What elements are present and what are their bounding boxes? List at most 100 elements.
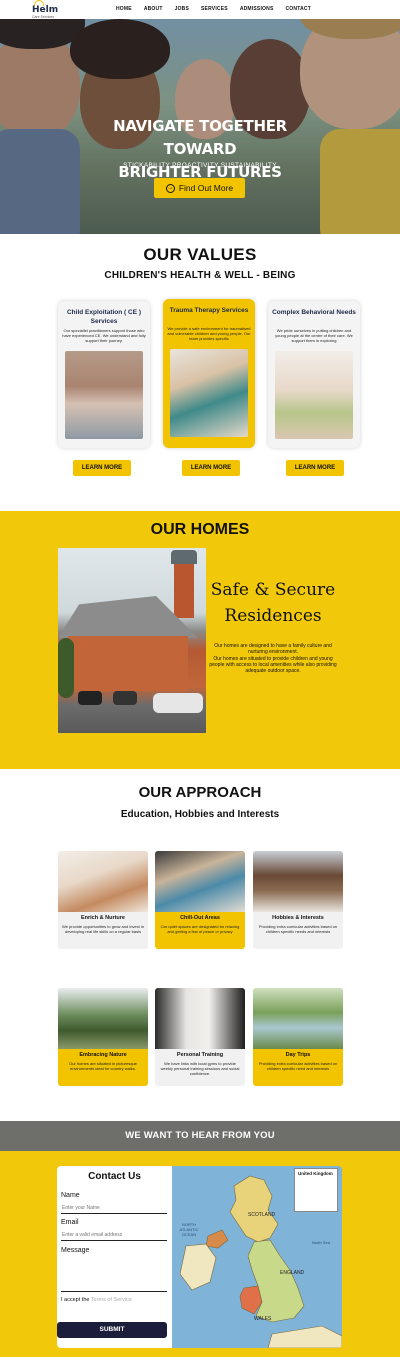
approach-card-desc: We have links with local gyms to provide… <box>160 1061 240 1076</box>
homes-paragraph-1: Our homes are designed to have a family … <box>214 643 332 655</box>
approach-card-nature: Embracing Nature Our homes are situated … <box>58 988 148 1086</box>
map-ireland <box>179 1243 217 1291</box>
contact-banner: WE WANT TO HEAR FROM YOU <box>0 1121 400 1151</box>
email-label: Email <box>61 1219 79 1226</box>
hero-title: NAVIGATE TOGETHER TOWARD BRIGHTER FUTURE… <box>100 115 300 184</box>
homes-section: OUR HOMES Safe & Secure Residences Our h… <box>0 511 400 769</box>
approach-card-desc: Our homes are situated in picturesque en… <box>69 1061 137 1071</box>
approach-card-title: Day Trips <box>285 1052 311 1058</box>
approach-card-desc: Providing extra curricular activities ba… <box>258 1061 338 1071</box>
learn-more-button-behavioral[interactable]: LEARN MORE <box>286 460 344 476</box>
approach-card-chill: Chill-Out Areas Our quiet spaces are des… <box>155 851 245 949</box>
main-menu: HOME ABOUT JOBS SERVICES ADMISSIONS CONT… <box>116 6 323 12</box>
approach-card-image <box>155 988 245 1049</box>
value-card-image <box>65 351 143 439</box>
terms-acceptance[interactable]: I accept the Terms of Service <box>61 1297 132 1303</box>
map-label-wales: WALES <box>254 1316 272 1322</box>
house-tower-roof <box>171 550 197 564</box>
learn-more-button-trauma[interactable]: LEARN MORE <box>182 460 240 476</box>
homes-paragraph-2: Our homes are situated to provide childr… <box>209 656 337 674</box>
value-card-trauma: Trauma Therapy Services We provide a saf… <box>163 299 255 448</box>
values-subtitle: CHILDREN'S HEALTH & WELL - BEING <box>104 270 296 281</box>
approach-card-image <box>253 988 343 1049</box>
values-title: OUR VALUES <box>143 245 257 264</box>
approach-card-title: Enrich & Nurture <box>80 915 125 921</box>
terms-link[interactable]: Terms of Service <box>91 1297 132 1303</box>
name-label: Name <box>61 1192 80 1199</box>
value-card-desc: We pride ourselves in putting children a… <box>275 328 353 343</box>
find-out-more-label: Find Out More <box>178 183 234 193</box>
message-textarea[interactable] <box>61 1258 167 1292</box>
value-card-ce: Child Exploitation ( CE ) Services Our s… <box>58 301 150 448</box>
hero-tagline: STICKABILITY PROACTIVITY SUSTAINABILITY <box>123 162 277 169</box>
nav-item-about[interactable]: ABOUT <box>144 6 163 12</box>
approach-card-title: Chill-Out Areas <box>180 915 220 921</box>
approach-card-desc: We provide opportunities to grow and inv… <box>62 924 144 934</box>
approach-card-title: Embracing Nature <box>79 1052 127 1058</box>
nav-item-home[interactable]: HOME <box>116 6 132 12</box>
brand-name: Helm <box>32 5 59 15</box>
value-card-image <box>275 351 353 439</box>
map-label-england: ENGLAND <box>280 1270 305 1276</box>
brand-logo[interactable]: Helm Care Services <box>32 0 72 19</box>
map-legend: United Kingdom <box>294 1168 338 1212</box>
car <box>78 691 102 705</box>
map-label-atlantic: NORTH ATLANTIC OCEAN <box>179 1222 199 1237</box>
value-card-title: Child Exploitation ( CE ) Services <box>66 309 142 325</box>
approach-card-image <box>58 988 148 1049</box>
map-label-scotland: SCOTLAND <box>248 1212 276 1218</box>
value-card-title: Complex Behavioral Needs <box>272 309 356 316</box>
approach-card-trips: Day Trips Providing extra curricular act… <box>253 988 343 1086</box>
approach-card-desc: Providing extra curricular activities ba… <box>258 924 338 934</box>
nav-item-jobs[interactable]: JOBS <box>175 6 189 12</box>
accept-text: I accept the <box>61 1297 90 1303</box>
approach-card-training: Personal Training We have links with loc… <box>155 988 245 1086</box>
value-card-desc: We provide a safe environment for trauma… <box>167 326 251 341</box>
uk-map[interactable]: United Kingdom SCOTLAND ENGLAND WALES NO… <box>172 1166 342 1348</box>
approach-card-desc: Our quiet spaces are designated for rela… <box>160 924 240 934</box>
nav-item-contact[interactable]: CONTACT <box>285 6 310 12</box>
find-out-more-button[interactable]: → Find Out More <box>154 178 245 198</box>
approach-card-image <box>253 851 343 912</box>
hero-section: NAVIGATE TOGETHER TOWARD BRIGHTER FUTURE… <box>0 19 400 234</box>
nav-item-services[interactable]: SERVICES <box>201 6 228 12</box>
learn-more-button-ce[interactable]: LEARN MORE <box>73 460 131 476</box>
name-input[interactable] <box>61 1202 167 1214</box>
arrow-right-icon: → <box>165 183 175 193</box>
value-card-title: Trauma Therapy Services <box>169 307 249 314</box>
homes-heading: Safe & Secure Residences <box>208 577 338 629</box>
map-label-north-sea: North Sea <box>311 1240 330 1245</box>
approach-subtitle: Education, Hobbies and Interests <box>120 809 280 820</box>
approach-card-image <box>155 851 245 912</box>
approach-card-image <box>58 851 148 912</box>
top-nav: Helm Care Services HOME ABOUT JOBS SERVI… <box>0 0 400 19</box>
approach-title: OUR APPROACH <box>138 784 262 801</box>
homes-heading-line1: Safe & Secure <box>210 580 336 600</box>
value-card-desc: Our specialist practitioners support tho… <box>62 328 146 343</box>
house-wall <box>68 636 188 691</box>
contact-form: Contact Us Name Email Message I accept t… <box>57 1166 172 1348</box>
message-label: Message <box>61 1247 90 1254</box>
approach-card-enrich: Enrich & Nurture We provide opportunitie… <box>58 851 148 949</box>
house-tower <box>174 558 194 618</box>
approach-card-title: Hobbies & Interests <box>272 915 324 921</box>
hero-title-line1: NAVIGATE TOGETHER TOWARD <box>113 117 287 158</box>
map-northern-ireland <box>205 1229 229 1249</box>
email-input[interactable] <box>61 1229 167 1241</box>
map-scotland <box>229 1175 279 1243</box>
car <box>153 693 203 713</box>
value-card-behavioral: Complex Behavioral Needs We pride oursel… <box>268 301 360 448</box>
nav-item-admissions[interactable]: ADMISSIONS <box>240 6 274 12</box>
contact-form-title: Contact Us <box>88 1171 141 1182</box>
homes-title: OUR HOMES <box>150 521 250 538</box>
tree <box>58 638 74 698</box>
submit-button[interactable]: SUBMIT <box>57 1322 167 1338</box>
approach-card-hobbies: Hobbies & Interests Providing extra curr… <box>253 851 343 949</box>
approach-card-title: Personal Training <box>176 1052 224 1058</box>
map-france <box>267 1325 342 1348</box>
car <box>113 691 137 705</box>
map-legend-title: United Kingdom <box>298 1171 333 1176</box>
homes-image <box>58 548 206 733</box>
homes-heading-line2: Residences <box>224 606 322 626</box>
value-card-image <box>170 349 248 437</box>
